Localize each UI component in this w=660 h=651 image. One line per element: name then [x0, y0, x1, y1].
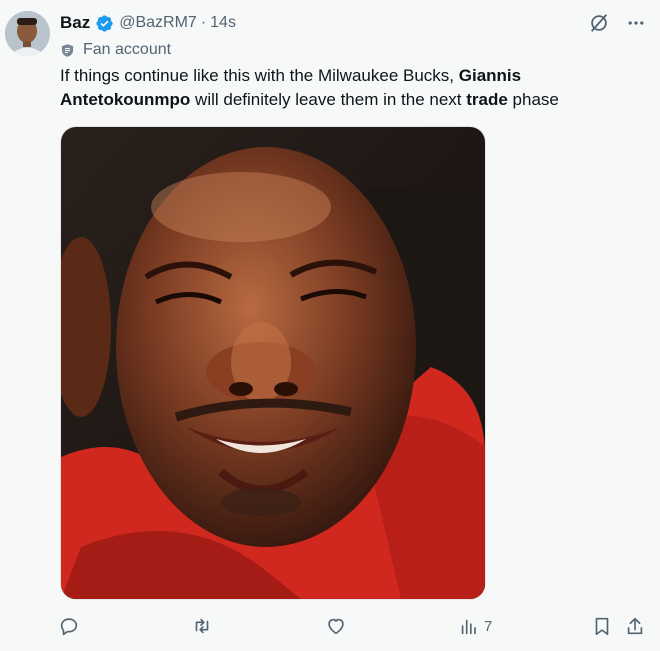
views-count: 7 — [484, 617, 493, 635]
tweet-text-run: will definitely leave them in the next — [190, 90, 467, 109]
tweet-header: Baz @BazRM7 · 14s — [60, 12, 236, 34]
verified-badge-icon — [96, 14, 113, 32]
tweet-text-run: phase — [507, 90, 559, 109]
retweet-icon — [195, 618, 209, 634]
bookmark-icon — [595, 617, 609, 636]
views-button[interactable]: 7 — [458, 612, 492, 640]
tweet-actions: 7 — [58, 612, 650, 640]
heart-icon — [328, 618, 344, 635]
account-label-text: Fan account — [83, 41, 172, 58]
more-icon[interactable] — [626, 13, 646, 33]
shield-icon — [61, 43, 74, 57]
separator: · — [200, 14, 207, 31]
tweet-photo — [61, 127, 485, 599]
share-icon — [627, 617, 643, 635]
user-handle[interactable]: @BazRM7 — [119, 14, 197, 32]
reply-button[interactable] — [58, 612, 80, 640]
retweet-button[interactable] — [191, 612, 213, 640]
tweet-text: If things continue like this with the Mi… — [60, 64, 650, 112]
grok-icon[interactable] — [588, 12, 610, 34]
avatar-image — [5, 11, 50, 56]
account-label: Fan account — [60, 40, 171, 60]
bookmark-button[interactable] — [591, 612, 613, 640]
views-icon — [461, 619, 476, 635]
avatar[interactable] — [5, 11, 50, 56]
header-actions — [588, 12, 646, 34]
tweet-text-bold: trade — [466, 90, 508, 109]
timestamp[interactable]: 14s — [210, 14, 236, 32]
like-button[interactable] — [325, 612, 347, 640]
share-button[interactable] — [624, 612, 646, 640]
reply-icon — [60, 618, 78, 636]
tweet-media[interactable] — [60, 126, 486, 600]
display-name[interactable]: Baz — [60, 13, 90, 33]
tweet-text-run: If things continue like this with the Mi… — [60, 66, 459, 85]
